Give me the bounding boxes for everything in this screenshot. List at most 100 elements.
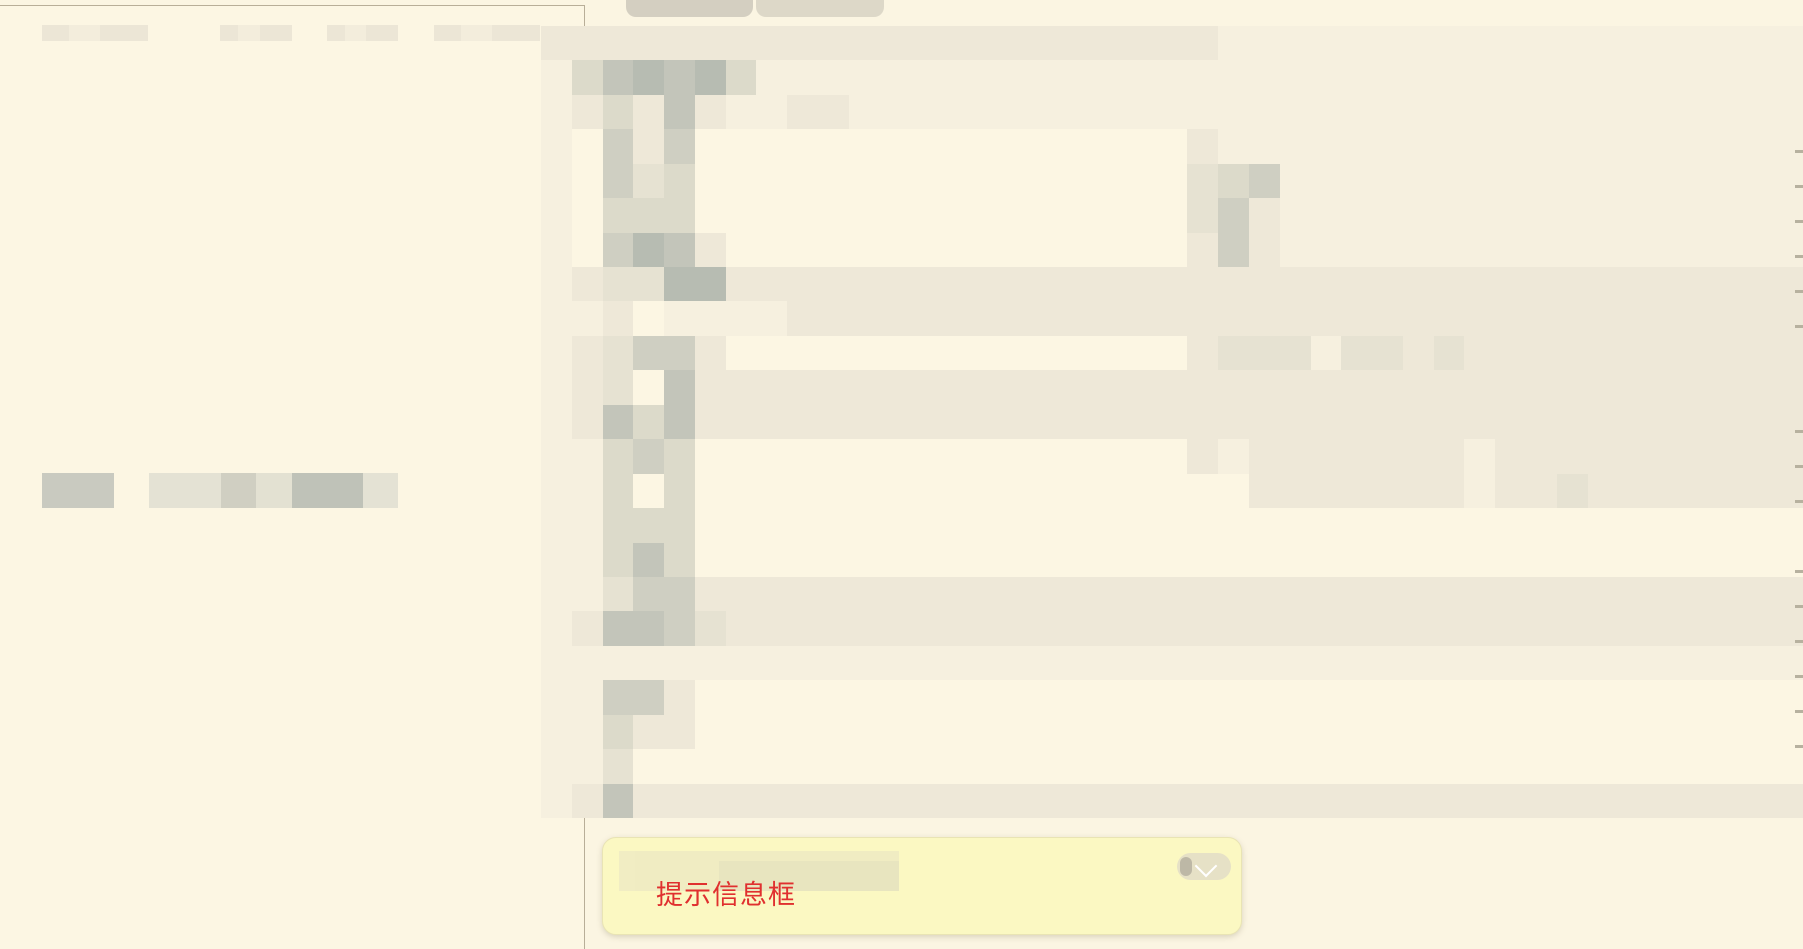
mosaic-cell [1125, 60, 1157, 95]
mosaic-cell [1064, 404, 1096, 440]
mosaic-cell [1187, 26, 1219, 61]
mosaic-cell [694, 267, 726, 302]
mosaic-cell [1095, 267, 1126, 302]
mosaic-cell [1125, 508, 1157, 543]
mosaic-cell [1033, 232, 1065, 268]
nav-item-1[interactable] [42, 25, 148, 41]
mosaic-cell [1402, 335, 1434, 371]
mosaic-cell [602, 645, 634, 681]
mosaic-cell [1095, 473, 1126, 509]
mosaic-cell [1064, 680, 1096, 715]
mosaic-cell [1125, 163, 1157, 199]
mosaic-cell [1464, 645, 1496, 681]
mosaic-cell [787, 508, 819, 543]
mosaic-cell [1002, 611, 1034, 646]
tab-1[interactable] [626, 0, 753, 17]
mosaic-cell [1372, 714, 1403, 750]
mosaic-cell [1464, 267, 1496, 302]
mosaic-cell [1156, 680, 1188, 715]
mosaic-cell [879, 370, 911, 405]
mosaic-cell [1218, 783, 1249, 818]
mosaic-cell [1402, 404, 1434, 440]
mosaic-cell [1433, 26, 1465, 61]
mosaic-cell [664, 129, 695, 164]
mosaic-cell [848, 301, 880, 336]
mosaic-cell [910, 26, 942, 61]
nav-item-2[interactable] [220, 25, 292, 41]
mosaic-cell [1002, 129, 1034, 164]
mosaic-cell [1710, 335, 1742, 371]
mosaic-cell [941, 198, 972, 233]
mosaic-cell [1464, 749, 1496, 784]
mosaic-cell [1587, 439, 1619, 474]
mosaic-cell [787, 370, 819, 405]
mosaic-cell [848, 60, 880, 95]
mosaic-cell [1710, 473, 1742, 509]
mosaic-cell [602, 94, 634, 130]
mosaic-cell [1772, 26, 1803, 61]
tooltip-collapse-button[interactable] [1177, 853, 1231, 880]
mosaic-cell [664, 60, 695, 95]
mosaic-cell [1064, 26, 1096, 61]
mosaic-cell [1433, 94, 1465, 130]
mosaic-cell [664, 94, 695, 130]
mosaic-cell [1156, 714, 1188, 750]
mosaic-cell [1495, 783, 1526, 818]
mosaic-cell [971, 611, 1003, 646]
mosaic-cell [1002, 163, 1034, 199]
mosaic-cell [1679, 60, 1711, 95]
mosaic-cell [1156, 473, 1188, 509]
mosaic-cell [694, 714, 726, 750]
mosaic-cell [910, 60, 942, 95]
mosaic-cell [1495, 576, 1526, 612]
nav-item-4[interactable] [434, 25, 540, 41]
mosaic-cell [941, 163, 972, 199]
mosaic-cell [1064, 370, 1096, 405]
mosaic-cell [1125, 576, 1157, 612]
mosaic-cell [1525, 163, 1557, 199]
mosaic-cell [1002, 645, 1034, 681]
mosaic-cell [971, 60, 1003, 95]
mosaic-cell [664, 301, 695, 336]
mosaic-cell [541, 645, 572, 681]
mosaic-cell [1618, 473, 1650, 509]
mosaic-cell [848, 576, 880, 612]
mosaic-cell [664, 198, 695, 233]
mosaic-cell [1310, 129, 1342, 164]
mosaic-cell [664, 439, 695, 474]
mosaic-cell [1464, 129, 1496, 164]
mosaic-cell [633, 645, 665, 681]
mosaic-cell [1587, 783, 1619, 818]
mosaic-cell [1218, 94, 1249, 130]
mosaic-cell [1187, 714, 1219, 750]
mosaic-cell [1372, 129, 1403, 164]
mosaic-cell [664, 542, 695, 577]
mosaic-cell [1618, 576, 1650, 612]
mosaic-cell [1372, 783, 1403, 818]
app-window: 提示信息框 [0, 0, 1803, 949]
mosaic-cell [1156, 94, 1188, 130]
mosaic-cell [1341, 198, 1373, 233]
mosaic-cell [1618, 783, 1650, 818]
tab-2[interactable] [756, 0, 884, 17]
mosaic-cell [1372, 198, 1403, 233]
mosaic-cell [1279, 645, 1311, 681]
mosaic-cell [1433, 542, 1465, 577]
nav-item-3[interactable] [327, 25, 398, 41]
mosaic-cell [571, 301, 603, 336]
mosaic-cell [1710, 267, 1742, 302]
mosaic-cell [1710, 404, 1742, 440]
mosaic-cell [1402, 611, 1434, 646]
mosaic-cell [1310, 680, 1342, 715]
mosaic-cell [1125, 439, 1157, 474]
mosaic-cell [571, 611, 603, 646]
mosaic-cell [1279, 576, 1311, 612]
mosaic-cell [941, 335, 972, 371]
mosaic-cell [1279, 163, 1311, 199]
mosaic-cell [602, 267, 634, 302]
mosaic-cell [818, 26, 849, 61]
mosaic-cell [1125, 714, 1157, 750]
mosaic-cell [1002, 335, 1034, 371]
mosaic-cell [1187, 60, 1219, 95]
mosaic-cell [1556, 680, 1588, 715]
